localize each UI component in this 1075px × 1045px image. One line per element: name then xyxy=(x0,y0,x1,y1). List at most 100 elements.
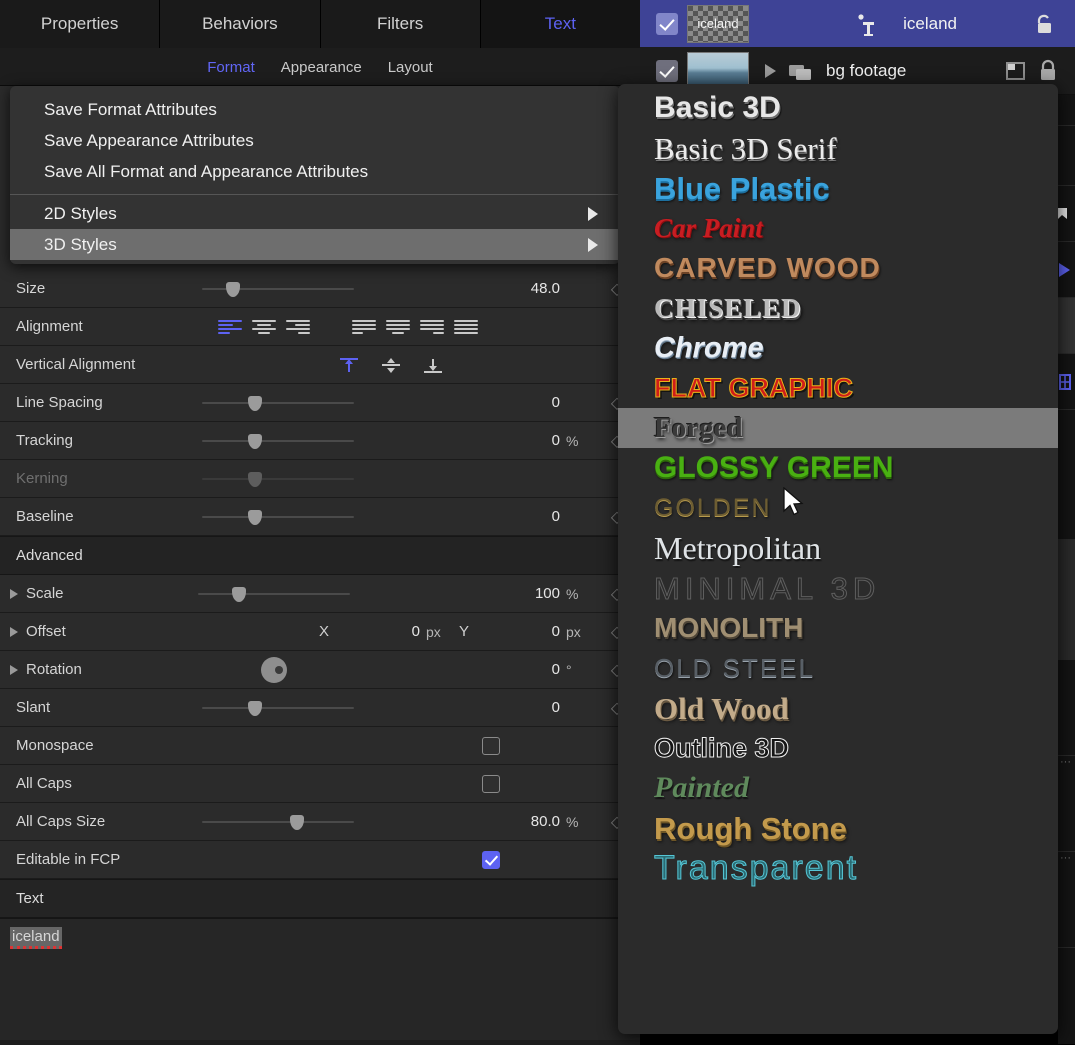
menu-item-label: Save Format Attributes xyxy=(44,94,217,125)
inspector-subtabbar: Format Appearance Layout xyxy=(0,49,640,86)
layer-disclosure-triangle-icon[interactable] xyxy=(765,64,776,78)
param-label-offset: Offset xyxy=(26,623,192,640)
rotation-dial[interactable] xyxy=(198,657,350,683)
menu-item-3d-styles[interactable]: 3D Styles xyxy=(10,229,620,260)
style-item-painted[interactable]: Painted xyxy=(618,768,1058,808)
style-item-chiseled[interactable]: CHISELED xyxy=(618,288,1058,328)
style-item-label: Transparent xyxy=(654,851,858,885)
param-row-scale[interactable]: Scale 100 % ◇ xyxy=(0,575,640,613)
text-entry-field[interactable]: iceland xyxy=(0,918,640,1040)
style-item-flat-graphic[interactable]: FLAT GRAPHIC xyxy=(618,368,1058,408)
subtab-layout[interactable]: Layout xyxy=(388,59,433,76)
scale-disclosure-triangle-icon[interactable] xyxy=(10,589,18,599)
rotation-value[interactable]: 0 xyxy=(350,661,560,678)
param-row-all-caps[interactable]: All Caps xyxy=(0,765,640,803)
all-caps-checkbox[interactable] xyxy=(482,775,500,793)
param-row-editable-in-fcp[interactable]: Editable in FCP xyxy=(0,841,640,879)
justify-full-icon[interactable] xyxy=(454,318,478,336)
tab-filters[interactable]: Filters xyxy=(321,0,481,48)
style-item-label: CARVED WOOD xyxy=(654,254,881,282)
inspector-tabbar: Properties Behaviors Filters Text xyxy=(0,0,640,48)
valign-middle-icon[interactable] xyxy=(380,355,402,375)
rotation-unit: ° xyxy=(560,662,594,678)
size-value[interactable]: 48.0 xyxy=(354,280,560,297)
rotation-disclosure-triangle-icon[interactable] xyxy=(10,665,18,675)
section-header-advanced[interactable]: Advanced xyxy=(0,536,640,575)
param-row-line-spacing[interactable]: Line Spacing 0 ◇ xyxy=(0,384,640,422)
monospace-checkbox[interactable] xyxy=(482,737,500,755)
style-item-golden[interactable]: GOLDEN xyxy=(618,488,1058,528)
all-caps-size-slider[interactable] xyxy=(202,814,354,830)
text-entry-value[interactable]: iceland xyxy=(10,927,62,949)
align-left-icon[interactable] xyxy=(218,318,242,336)
param-row-baseline[interactable]: Baseline 0 ◇ xyxy=(0,498,640,536)
param-row-vertical-alignment: Vertical Alignment xyxy=(0,346,640,384)
style-item-old-steel[interactable]: OLD STEEL xyxy=(618,648,1058,688)
unlock-icon[interactable] xyxy=(1031,12,1059,36)
tracking-value[interactable]: 0 xyxy=(354,432,560,449)
param-row-tracking[interactable]: Tracking 0 % ◇ xyxy=(0,422,640,460)
align-right-icon[interactable] xyxy=(286,318,310,336)
tracking-slider[interactable] xyxy=(202,433,354,449)
slant-slider[interactable] xyxy=(202,700,354,716)
param-row-offset[interactable]: Offset X 0 px Y 0 px ◇ xyxy=(0,613,640,651)
offset-y-value[interactable]: 0 xyxy=(474,623,560,640)
param-row-slant[interactable]: Slant 0 ◇ xyxy=(0,689,640,727)
param-row-all-caps-size[interactable]: All Caps Size 80.0 % ◇ xyxy=(0,803,640,841)
style-item-minimal-3d[interactable]: MINIMAL 3D xyxy=(618,568,1058,608)
style-item-metropolitan[interactable]: Metropolitan xyxy=(618,528,1058,568)
param-row-rotation[interactable]: Rotation 0 ° ◇ xyxy=(0,651,640,689)
style-item-monolith[interactable]: MONOLITH xyxy=(618,608,1058,648)
tab-behaviors[interactable]: Behaviors xyxy=(160,0,320,48)
menu-item-2d-styles[interactable]: 2D Styles xyxy=(10,198,620,229)
subtab-appearance[interactable]: Appearance xyxy=(281,59,362,76)
baseline-value[interactable]: 0 xyxy=(354,508,560,525)
line-spacing-slider[interactable] xyxy=(202,395,354,411)
mask-flag-icon[interactable] xyxy=(1005,60,1027,82)
style-item-outline-3d[interactable]: Outline 3D xyxy=(618,728,1058,768)
style-item-carved-wood[interactable]: CARVED WOOD xyxy=(618,248,1058,288)
layer-enable-checkbox[interactable] xyxy=(656,13,678,35)
param-label-baseline: Baseline xyxy=(16,508,196,525)
style-item-chrome[interactable]: Chrome xyxy=(618,328,1058,368)
subtab-format[interactable]: Format xyxy=(207,59,255,76)
valign-bottom-icon[interactable] xyxy=(422,355,444,375)
valign-top-icon[interactable] xyxy=(338,355,360,375)
layer-name[interactable]: bg footage xyxy=(826,61,906,81)
style-item-label: Forged xyxy=(654,414,743,443)
justify-left-icon[interactable] xyxy=(352,318,376,336)
scale-slider[interactable] xyxy=(198,586,350,602)
param-row-monospace[interactable]: Monospace xyxy=(0,727,640,765)
menu-item-save-format-attributes[interactable]: Save Format Attributes xyxy=(10,94,620,125)
lock-icon[interactable] xyxy=(1037,59,1059,83)
tab-properties[interactable]: Properties xyxy=(0,0,160,48)
style-item-basic-3d-serif[interactable]: Basic 3D Serif xyxy=(618,128,1058,168)
tab-text[interactable]: Text xyxy=(481,0,640,48)
style-item-transparent[interactable]: Transparent xyxy=(618,848,1058,888)
all-caps-size-value[interactable]: 80.0 xyxy=(354,813,560,830)
style-item-basic-3d[interactable]: Basic 3D xyxy=(618,88,1058,128)
layer-enable-checkbox[interactable] xyxy=(656,60,678,82)
justify-center-icon[interactable] xyxy=(386,318,410,336)
layer-name[interactable]: iceland xyxy=(903,14,957,34)
offset-x-value[interactable]: 0 xyxy=(334,623,420,640)
scale-value[interactable]: 100 xyxy=(350,585,560,602)
menu-item-save-all-format-and-appearance-attributes[interactable]: Save All Format and Appearance Attribute… xyxy=(10,156,620,187)
style-item-car-paint[interactable]: Car Paint xyxy=(618,208,1058,248)
baseline-slider[interactable] xyxy=(202,509,354,525)
slant-value[interactable]: 0 xyxy=(354,699,560,716)
offset-disclosure-triangle-icon[interactable] xyxy=(10,627,18,637)
style-item-old-wood[interactable]: Old Wood xyxy=(618,688,1058,728)
justify-right-icon[interactable] xyxy=(420,318,444,336)
layer-row-iceland[interactable]: iceland iceland xyxy=(640,0,1075,47)
style-item-rough-stone[interactable]: Rough Stone xyxy=(618,808,1058,848)
align-center-icon[interactable] xyxy=(252,318,276,336)
size-slider[interactable] xyxy=(202,281,354,297)
param-row-size[interactable]: Size 48.0 ◇ xyxy=(0,270,640,308)
menu-item-save-appearance-attributes[interactable]: Save Appearance Attributes xyxy=(10,125,620,156)
editable-in-fcp-checkbox[interactable] xyxy=(482,851,500,869)
line-spacing-value[interactable]: 0 xyxy=(354,394,560,411)
style-item-forged[interactable]: Forged xyxy=(618,408,1058,448)
style-item-blue-plastic[interactable]: Blue Plastic xyxy=(618,168,1058,208)
style-item-glossy-green[interactable]: GLOSSY GREEN xyxy=(618,448,1058,488)
